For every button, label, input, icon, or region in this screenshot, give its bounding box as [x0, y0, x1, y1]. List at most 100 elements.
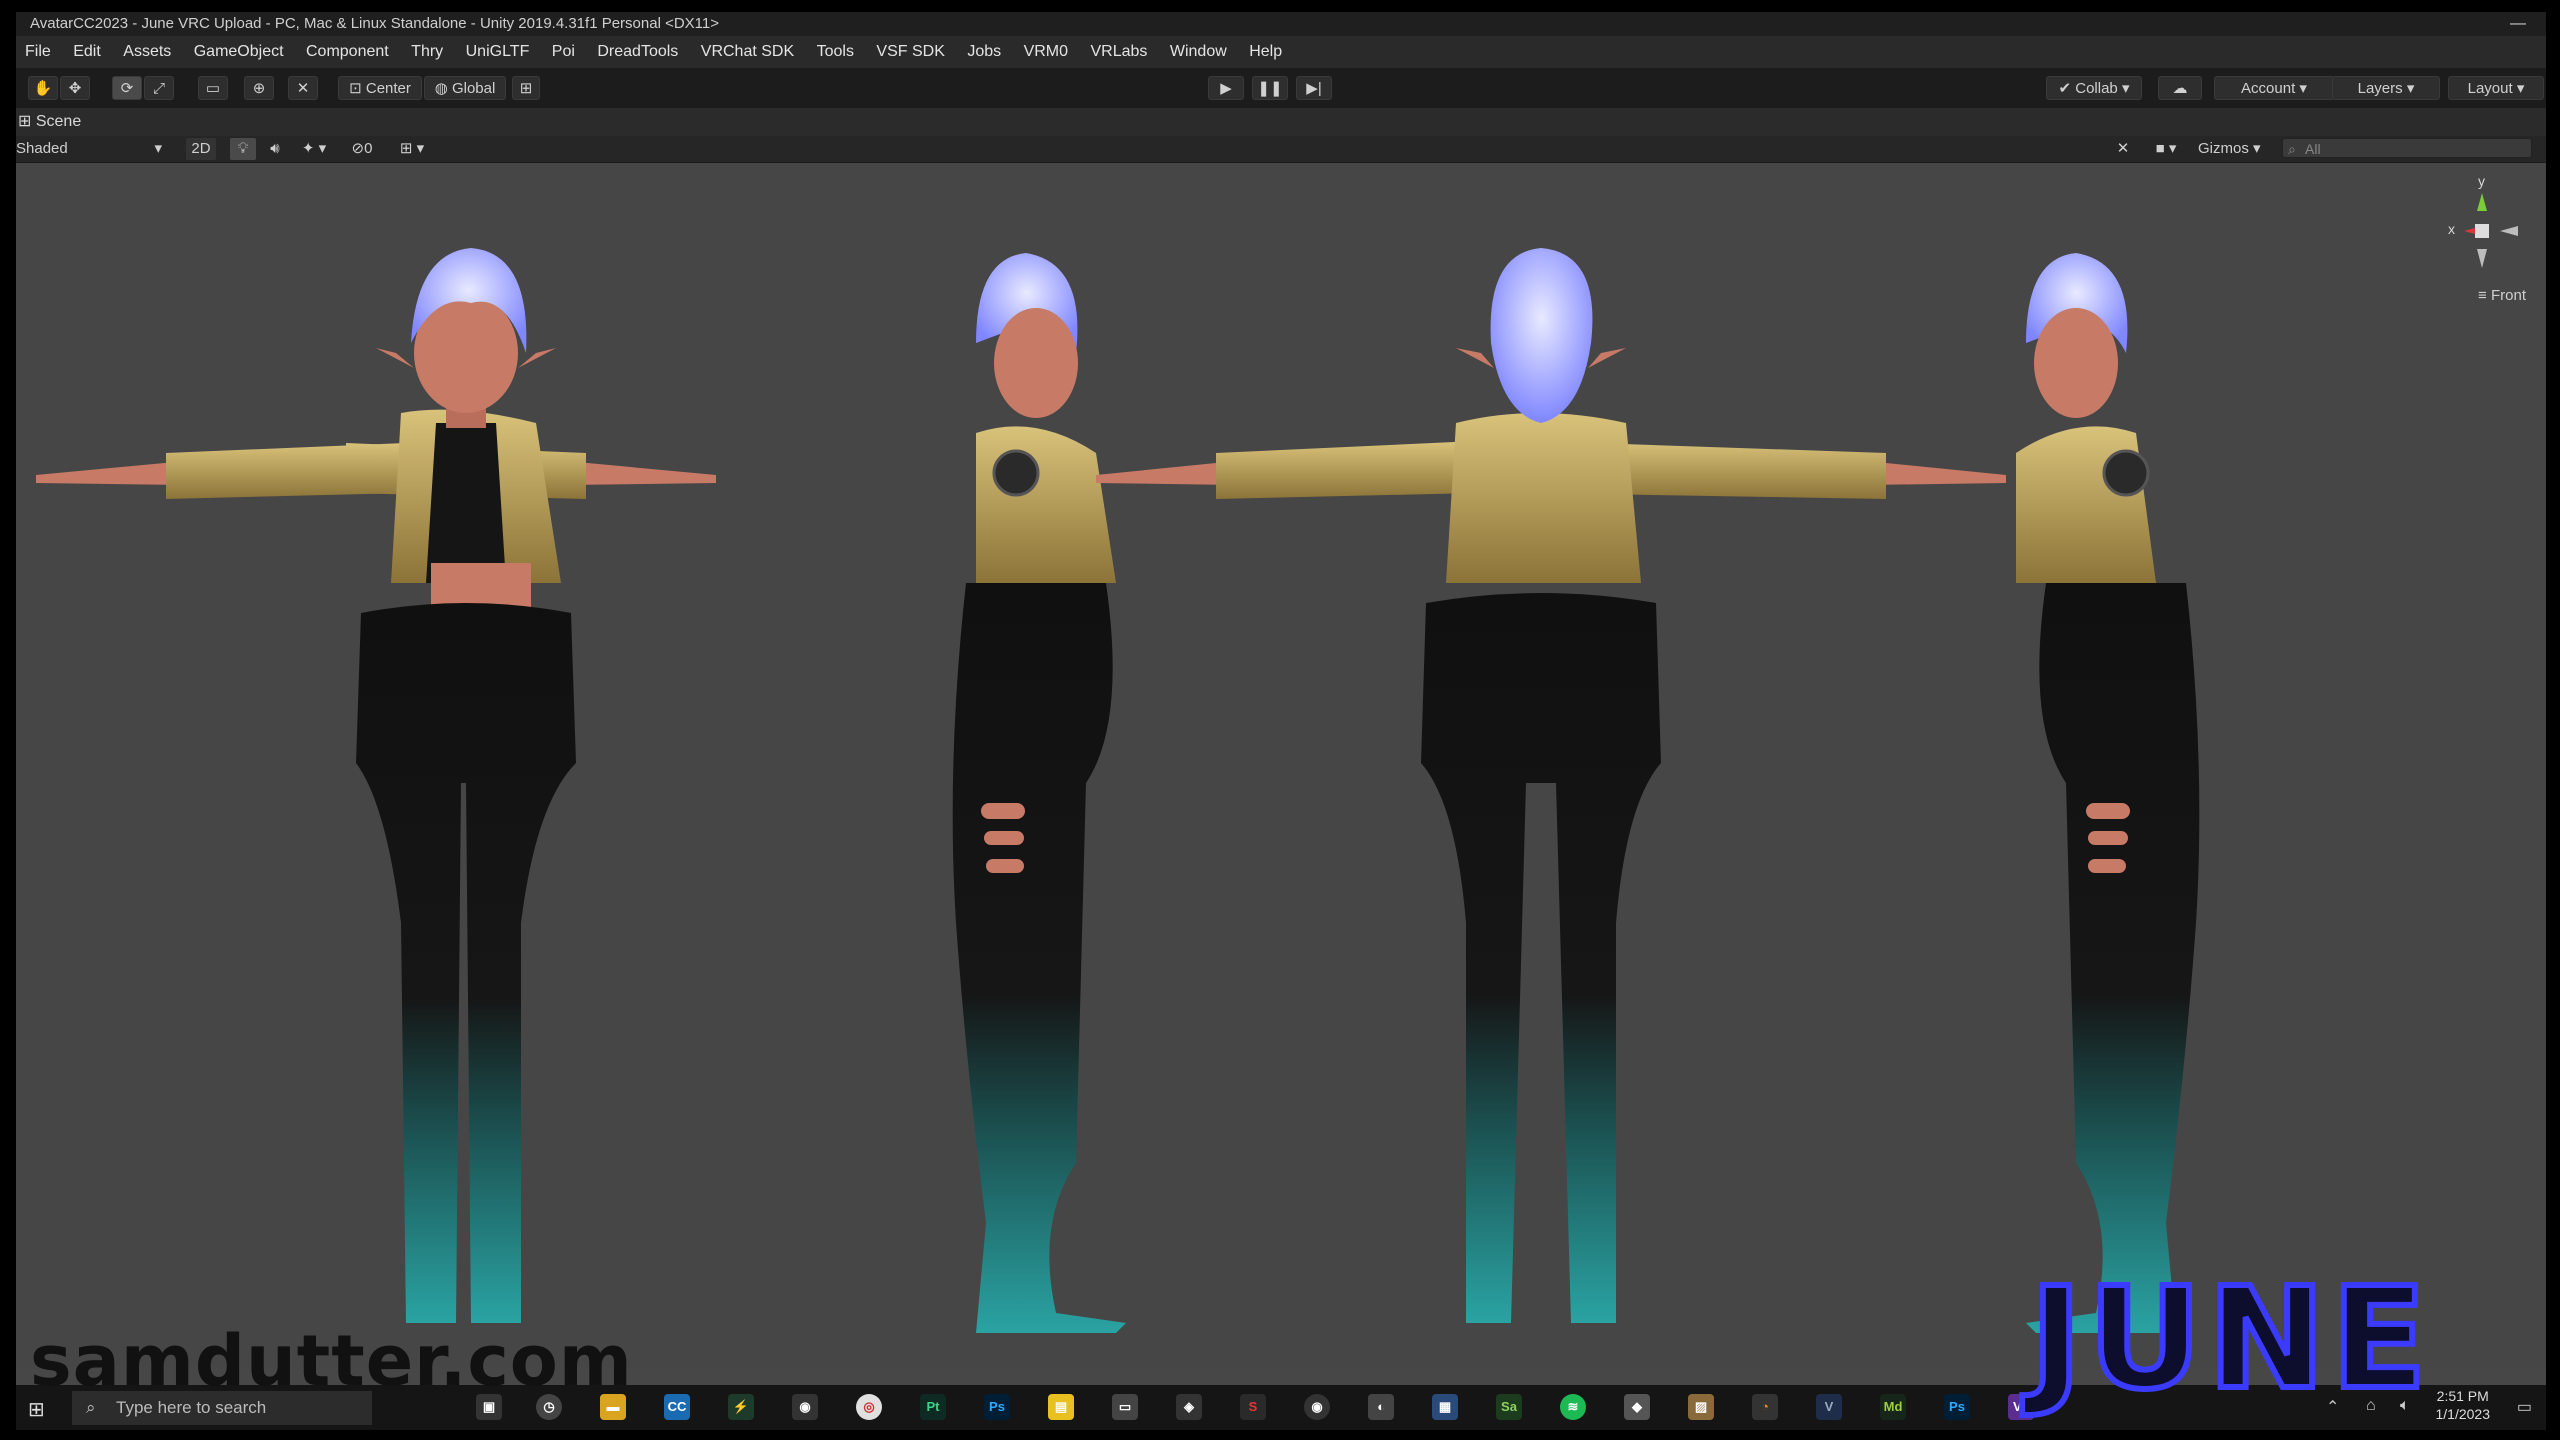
lighting-toggle-icon[interactable]: 💡︎ — [230, 138, 256, 160]
character-name-logo: JUNE — [2027, 1258, 2433, 1421]
unity-editor-window: AvatarCC2023 - June VRC Upload - PC, Mac… — [16, 12, 2546, 1430]
mode-2d-toggle[interactable]: 2D — [186, 138, 216, 160]
hand-tool-icon[interactable]: ✋ — [28, 76, 58, 100]
minimize-icon[interactable]: — — [2510, 12, 2526, 36]
step-icon: ▶| — [1306, 80, 1322, 97]
taskbar-v-icon[interactable]: V — [1816, 1394, 1842, 1420]
shading-mode-dropdown[interactable]: Shaded ▾ — [16, 138, 166, 160]
taskbar-app-icon[interactable]: Sa — [1496, 1394, 1522, 1420]
menu-file[interactable]: File — [16, 36, 60, 68]
taskbar-tool-icon[interactable]: ◆ — [1624, 1394, 1650, 1420]
tools-icon[interactable]: ✕ — [2110, 138, 2136, 160]
layers-dropdown[interactable]: Layers ▾ — [2332, 76, 2440, 100]
menu-help[interactable]: Help — [1240, 36, 1291, 68]
menu-poi[interactable]: Poi — [543, 36, 584, 68]
pivot-label: Center — [365, 80, 411, 97]
taskbar-s-icon[interactable]: S — [1240, 1394, 1266, 1420]
scene-tab[interactable]: ⊞ Scene — [16, 108, 81, 136]
obs-icon[interactable]: ◉ — [1304, 1394, 1330, 1420]
grid-dropdown-icon[interactable]: ⊞ ▾ — [390, 138, 434, 160]
calculator-icon[interactable]: ▦ — [1432, 1394, 1458, 1420]
taskbar-app-icon[interactable]: CC — [664, 1394, 690, 1420]
chrome-icon[interactable]: ◎ — [856, 1394, 882, 1420]
menu-gameobject[interactable]: GameObject — [185, 36, 293, 68]
spotify-icon[interactable]: ≋ — [1560, 1394, 1586, 1420]
eye-slash-icon: ⊘ — [351, 140, 365, 157]
scene-search-input[interactable]: ⌕ All — [2282, 138, 2532, 158]
scene-tab-row: ⊞ Scene — [16, 108, 2546, 136]
taskbar-app-icon[interactable]: Md — [1880, 1394, 1906, 1420]
menu-edit[interactable]: Edit — [64, 36, 110, 68]
gizmos-dropdown[interactable]: Gizmos ▾ — [2198, 138, 2288, 160]
camera-app-icon[interactable]: ◉ — [792, 1394, 818, 1420]
search-icon: ⌕ — [2288, 141, 2296, 157]
move-tool-icon[interactable]: ✥ — [60, 76, 90, 100]
audio-toggle-icon[interactable]: 🔊︎ — [262, 138, 288, 160]
blender-like-icon[interactable]: ◐ — [1368, 1394, 1394, 1420]
menu-thry[interactable]: Thry — [402, 36, 452, 68]
image-app-icon[interactable]: ▨ — [1688, 1394, 1714, 1420]
unity-hub-icon[interactable]: ◈ — [1176, 1394, 1202, 1420]
transform-tool-icon[interactable]: ⊕ — [244, 76, 274, 100]
avatar-front-view — [36, 248, 716, 1323]
hidden-objects-toggle[interactable]: ⊘0 — [342, 138, 382, 160]
menu-jobs[interactable]: Jobs — [958, 36, 1010, 68]
pivot-icon: ⊡ — [349, 80, 362, 97]
pause-button[interactable]: ❚❚ — [1252, 76, 1288, 100]
menu-tools[interactable]: Tools — [808, 36, 863, 68]
orientation-gizmo[interactable]: y x — [2442, 173, 2522, 293]
axis-y-label: y — [2478, 173, 2485, 189]
blender-icon[interactable]: ◔ — [1752, 1394, 1778, 1420]
collab-dropdown[interactable]: ✔ Collab ▾ — [2046, 76, 2142, 100]
scale-tool-icon[interactable]: ⤢ — [144, 76, 174, 100]
rotate-tool-icon[interactable]: ⟳ — [112, 76, 142, 100]
camera-dropdown-icon[interactable]: ■ ▾ — [2144, 138, 2188, 160]
menu-vrm0[interactable]: VRM0 — [1015, 36, 1077, 68]
main-toolbar: ✋ ✥ ⟳ ⤢ ▭ ⊕ ✕ ⊡ Center ◍ Global ⊞ ▶ ❚❚ ▶… — [16, 68, 2546, 108]
grid-snap-icon[interactable]: ⊞ — [512, 76, 540, 100]
watermark-text: samdutter.com — [30, 1320, 633, 1402]
rect-tool-icon[interactable]: ▭ — [198, 76, 228, 100]
menu-vsf-sdk[interactable]: VSF SDK — [867, 36, 953, 68]
avatar-back-view — [1096, 248, 2006, 1323]
menu-vrchat-sdk[interactable]: VRChat SDK — [692, 36, 803, 68]
system-clock[interactable]: 2:51 PM 1/1/2023 — [2436, 1387, 2491, 1423]
gizmos-label: Gizmos — [2198, 140, 2249, 157]
taskbar-code-icon[interactable]: ⚡ — [728, 1394, 754, 1420]
account-dropdown[interactable]: Account ▾ — [2214, 76, 2334, 100]
scene-viewport[interactable]: y x ≡ Front — [16, 163, 2546, 1367]
sticky-notes-icon[interactable]: ▤ — [1048, 1394, 1074, 1420]
menu-unigltf[interactable]: UniGLTF — [457, 36, 539, 68]
taskbar-app-icon[interactable]: Ps — [1944, 1394, 1970, 1420]
menu-window[interactable]: Window — [1161, 36, 1236, 68]
play-button[interactable]: ▶ — [1208, 76, 1244, 100]
account-label: Account — [2241, 80, 2296, 97]
custom-tool-icon[interactable]: ✕ — [288, 76, 318, 100]
character-turnaround — [36, 248, 2200, 1333]
scene-grid-icon: ⊞ — [18, 113, 32, 130]
taskbar-app-icon[interactable]: Pt — [920, 1394, 946, 1420]
menu-vrlabs[interactable]: VRLabs — [1081, 36, 1156, 68]
space-toggle-button[interactable]: ◍ Global — [424, 76, 506, 100]
menu-assets[interactable]: Assets — [114, 36, 180, 68]
check-icon: ✔ — [2058, 80, 2072, 97]
notifications-icon[interactable]: ▭ — [2517, 1397, 2532, 1417]
shading-mode-label: Shaded — [16, 140, 68, 157]
desktop-app-icon[interactable]: ▭ — [1112, 1394, 1138, 1420]
cloud-button[interactable]: ☁ — [2158, 76, 2202, 100]
view-orientation-label[interactable]: ≡ Front — [2478, 287, 2526, 304]
menu-component[interactable]: Component — [297, 36, 398, 68]
view-label: Front — [2490, 287, 2526, 304]
cloud-icon: ☁ — [2172, 80, 2188, 97]
mode-2d-label: 2D — [191, 140, 211, 157]
scene-tab-label: Scene — [35, 113, 82, 130]
title-bar: AvatarCC2023 - June VRC Upload - PC, Mac… — [16, 12, 2546, 36]
taskbar-app-icon[interactable]: Ps — [984, 1394, 1010, 1420]
menu-dreadtools[interactable]: DreadTools — [588, 36, 687, 68]
effects-dropdown-icon[interactable]: ✦ ▾ — [294, 138, 334, 160]
window-title: AvatarCC2023 - June VRC Upload - PC, Mac… — [30, 15, 719, 32]
layout-dropdown[interactable]: Layout ▾ — [2448, 76, 2544, 100]
menu-bar: File Edit Assets GameObject Component Th… — [16, 36, 2546, 68]
step-button[interactable]: ▶| — [1296, 76, 1332, 100]
pivot-toggle-button[interactable]: ⊡ Center — [338, 76, 422, 100]
